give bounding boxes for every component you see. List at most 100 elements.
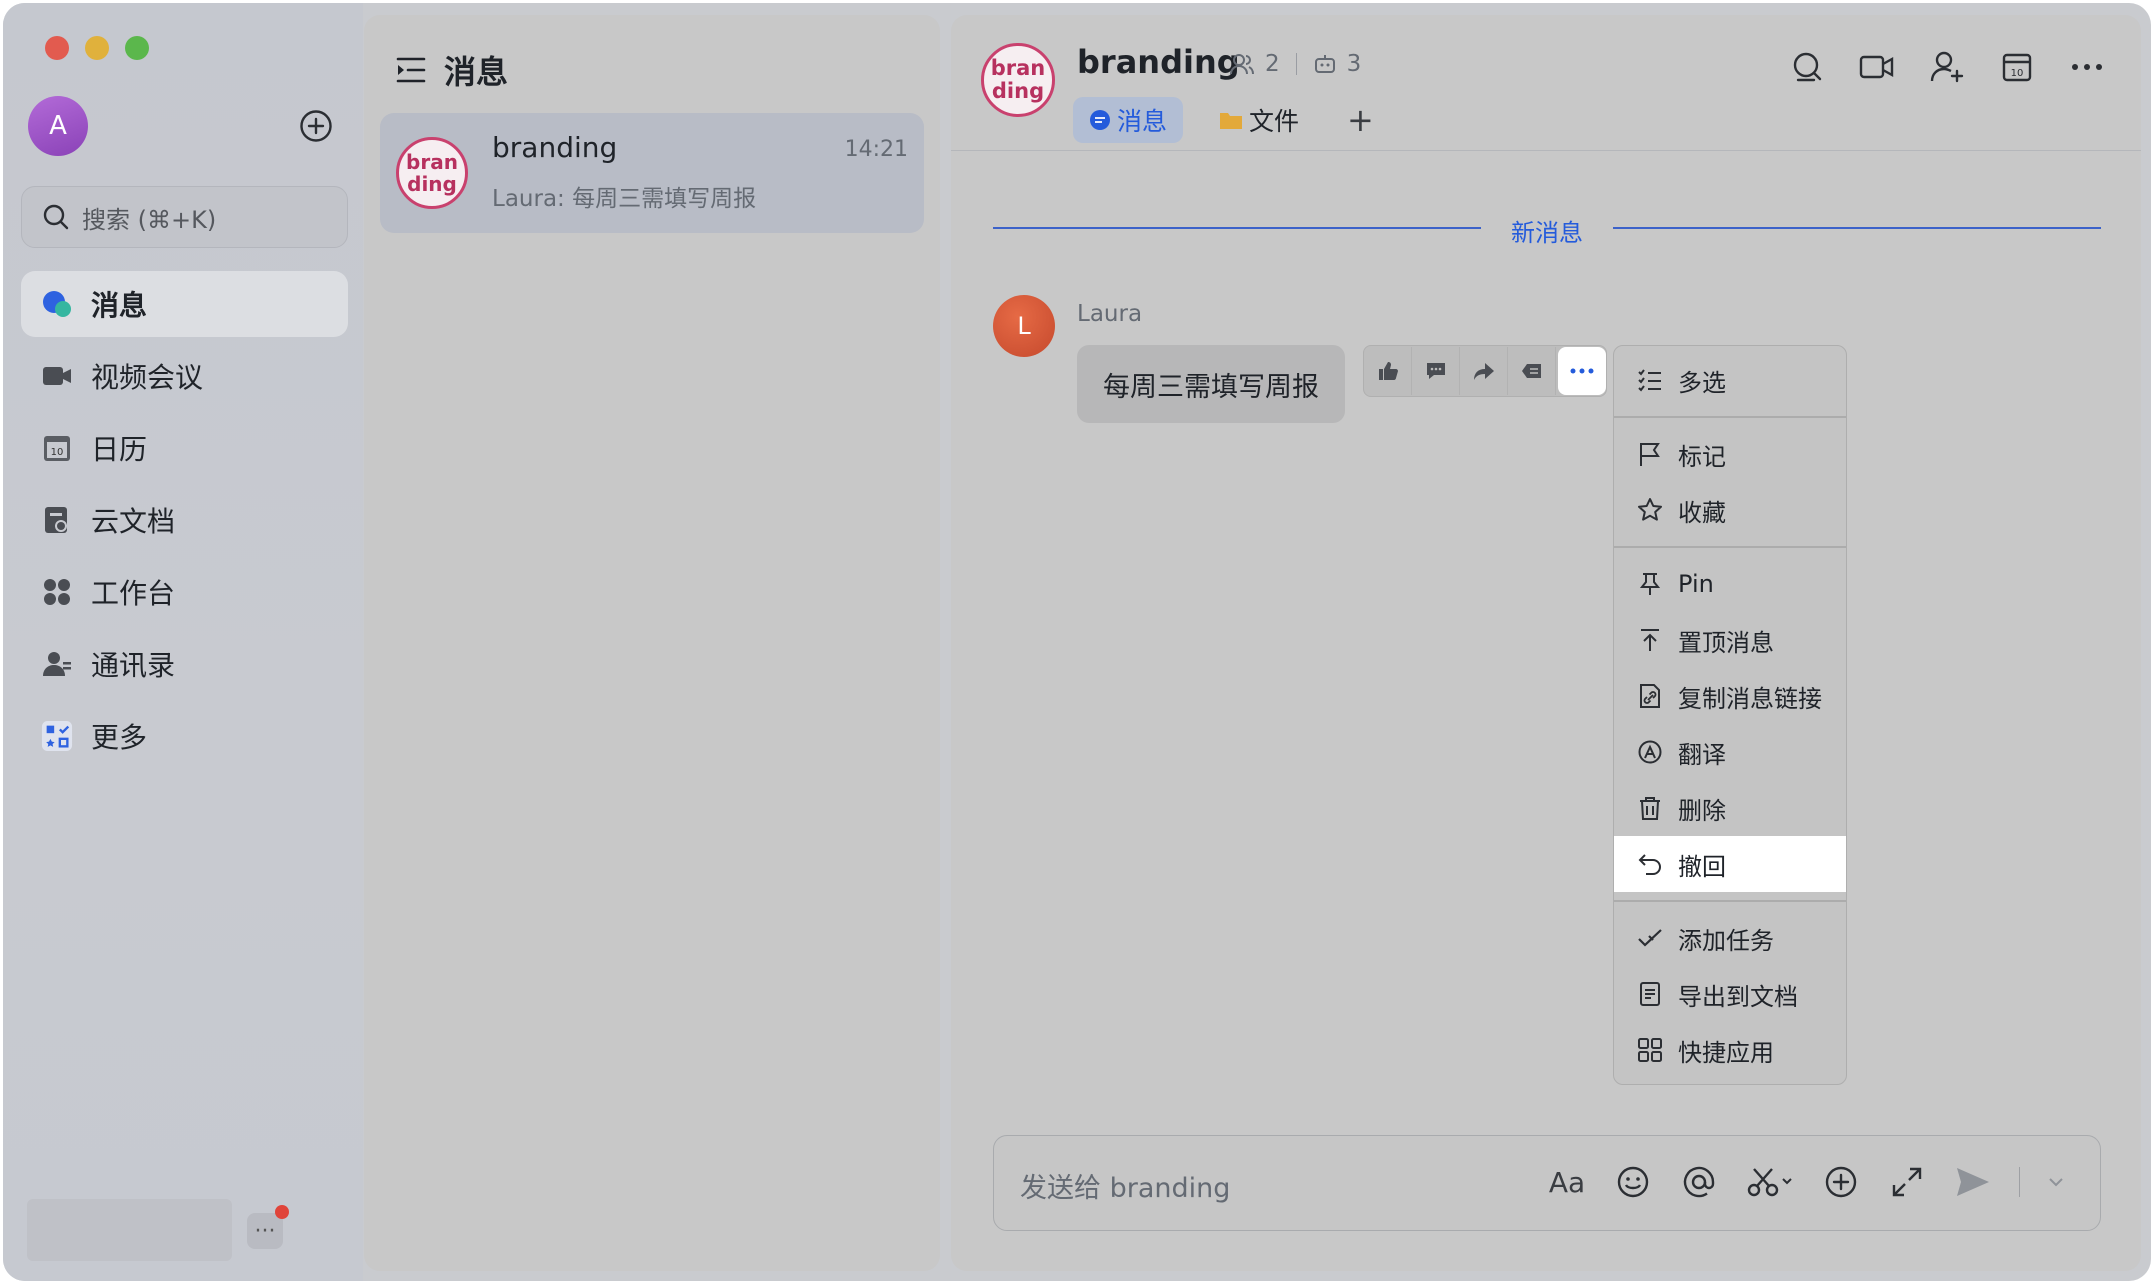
more-options-button[interactable]: ··· (247, 1205, 289, 1249)
expand-icon (1892, 1167, 1922, 1197)
message-bubble[interactable]: 每周三需填写周报 (1077, 345, 1345, 423)
send-options-button[interactable] (2046, 1162, 2066, 1202)
send-button[interactable] (1953, 1162, 1993, 1202)
tab-files[interactable]: 文件 (1203, 97, 1315, 143)
bot-icon[interactable] (1313, 52, 1337, 76)
menu-item-pin-to-top[interactable]: 置顶消息 (1614, 612, 1846, 668)
status-placeholder[interactable] (27, 1199, 232, 1261)
menu-item-quick-apps[interactable]: 快捷应用 (1614, 1022, 1846, 1078)
svg-text:10: 10 (51, 447, 64, 458)
video-call-button[interactable] (1859, 49, 1895, 85)
flag-icon (1636, 440, 1664, 468)
sidebar-item-label: 云文档 (91, 505, 176, 538)
sidebar-item-label: 更多 (91, 721, 148, 754)
search-placeholder: 搜索 (⌘+K) (82, 205, 217, 234)
minimize-window-button[interactable] (85, 36, 109, 60)
chat-list-item[interactable]: bran ding branding 14:21 Laura: 每周三需填写周报 (380, 113, 924, 233)
cloud-doc-icon (41, 504, 73, 536)
close-window-button[interactable] (45, 36, 69, 60)
tab-label: 文件 (1249, 107, 1300, 136)
menu-item-label: 复制消息链接 (1678, 684, 1822, 713)
more-actions-button[interactable] (2069, 49, 2105, 85)
sidebar-item-cloud-docs[interactable]: 云文档 (21, 487, 348, 553)
translate-icon (1636, 738, 1664, 766)
menu-item-label: 翻译 (1678, 740, 1726, 769)
collapse-list-icon[interactable] (396, 56, 426, 84)
sidebar-item-label: 视频会议 (91, 361, 204, 394)
chat-search-button[interactable] (1789, 49, 1825, 85)
maximize-window-button[interactable] (125, 36, 149, 60)
star-icon (1636, 496, 1664, 524)
message-list-panel: 消息 bran ding branding 14:21 Laura: 每周三需填… (364, 15, 940, 1271)
calendar-icon: 10 (2002, 53, 2032, 82)
search-icon (43, 204, 69, 230)
calendar-button[interactable]: 10 (1999, 49, 2035, 85)
menu-item-label: 收藏 (1678, 498, 1726, 527)
expand-editor-button[interactable] (1887, 1162, 1927, 1202)
logo-text-line2: ding (991, 79, 1045, 103)
sidebar-item-contacts[interactable]: 通讯录 (21, 631, 348, 697)
emoji-button[interactable] (1613, 1162, 1653, 1202)
sidebar-item-more[interactable]: 更多 (21, 703, 348, 769)
like-button[interactable] (1364, 347, 1412, 395)
header-divider (951, 150, 2141, 151)
create-button[interactable] (299, 109, 333, 143)
menu-item-pin[interactable]: Pin (1614, 556, 1846, 612)
search-bar[interactable]: 搜索 (⌘+K) (21, 186, 348, 248)
chat-tabs: 消息 文件 + (1073, 97, 1386, 143)
chat-header-actions: 10 (1789, 49, 2105, 85)
video-camera-icon (1859, 55, 1894, 79)
message-text: 每周三需填写周报 (1103, 371, 1319, 403)
logo-text-line2: ding (407, 172, 457, 196)
menu-item-favorite[interactable]: 收藏 (1614, 482, 1846, 538)
workspace-grid-icon (41, 576, 73, 608)
members-icon[interactable] (1229, 52, 1255, 76)
forward-button[interactable] (1460, 347, 1508, 395)
mention-button[interactable] (1679, 1162, 1719, 1202)
message-input-placeholder: 发送给 branding (1020, 1173, 1231, 1204)
menu-item-label: 导出到文档 (1678, 982, 1798, 1011)
window-controls (45, 36, 149, 60)
divider-line-right (1613, 227, 2101, 229)
chat-header-logo[interactable]: bran ding (981, 43, 1055, 117)
chat-name: branding (492, 131, 618, 164)
menu-item-multi-select[interactable]: 多选 (1614, 352, 1846, 408)
user-avatar-initial: A (49, 111, 67, 141)
chevron-down-icon (2049, 1178, 2063, 1187)
sidebar-item-video-meetings[interactable]: 视频会议 (21, 343, 348, 409)
member-count: 2 (1265, 51, 1280, 77)
text-format-button[interactable]: Aa (1547, 1162, 1587, 1202)
sidebar: A 搜索 (⌘+K) 消息 视频会议 10 日历 云文档 工作台 通讯录 更多 … (3, 3, 363, 1281)
screenshot-button[interactable] (1745, 1162, 1795, 1202)
quote-button[interactable] (1508, 347, 1556, 395)
user-avatar[interactable]: A (28, 96, 88, 156)
sidebar-item-calendar[interactable]: 10 日历 (21, 415, 348, 481)
divider-line-left (993, 227, 1481, 229)
chat-bubble-icon (1090, 110, 1110, 130)
reply-button[interactable] (1412, 347, 1460, 395)
more-message-actions-button[interactable] (1558, 347, 1606, 395)
menu-item-delete[interactable]: 删除 (1614, 780, 1846, 836)
export-doc-icon (1636, 980, 1664, 1008)
menu-item-copy-link[interactable]: 复制消息链接 (1614, 668, 1846, 724)
sender-name[interactable]: Laura (1077, 301, 1142, 327)
bot-count: 3 (1346, 51, 1362, 77)
add-tab-button[interactable]: + (1335, 101, 1386, 139)
sidebar-item-workspace[interactable]: 工作台 (21, 559, 348, 625)
message-input[interactable]: 发送给 branding Aa (993, 1135, 2101, 1231)
menu-item-flag[interactable]: 标记 (1614, 426, 1846, 482)
sidebar-item-label: 工作台 (91, 577, 176, 610)
menu-item-add-task[interactable]: 添加任务 (1614, 910, 1846, 966)
tab-messages[interactable]: 消息 (1073, 97, 1184, 143)
menu-item-export-doc[interactable]: 导出到文档 (1614, 966, 1846, 1022)
menu-item-label: 标记 (1678, 442, 1726, 471)
sidebar-item-messages[interactable]: 消息 (21, 271, 348, 337)
attach-more-button[interactable] (1821, 1162, 1861, 1202)
sidebar-nav: 消息 视频会议 10 日历 云文档 工作台 通讯录 更多 (21, 271, 348, 775)
chat-title[interactable]: branding (1077, 43, 1240, 81)
add-member-button[interactable] (1929, 49, 1965, 85)
menu-item-translate[interactable]: 翻译 (1614, 724, 1846, 780)
sidebar-item-label: 日历 (91, 433, 148, 466)
menu-item-recall[interactable]: 撤回 (1614, 836, 1846, 892)
sender-avatar[interactable]: L (993, 295, 1055, 357)
